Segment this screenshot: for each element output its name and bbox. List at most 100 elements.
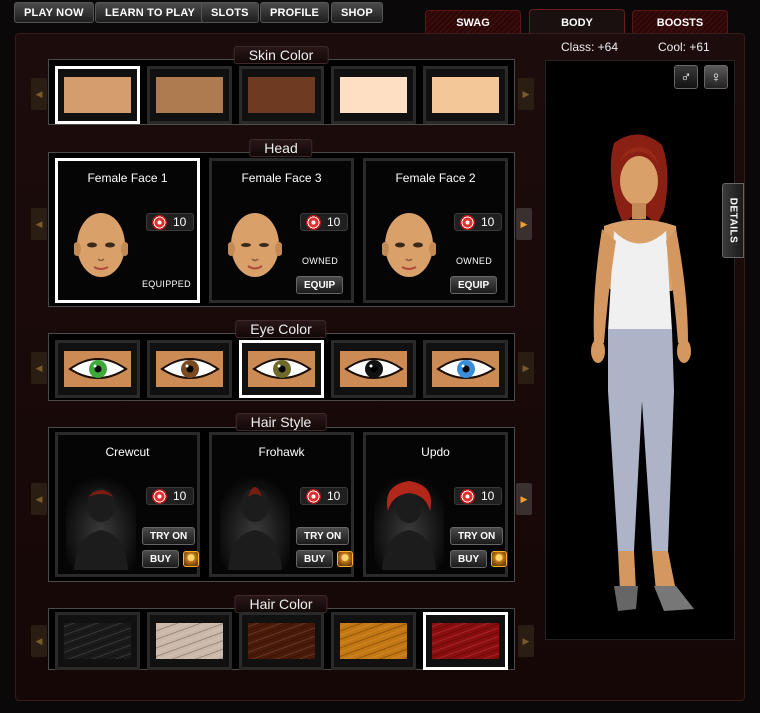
character-figure <box>591 134 694 611</box>
tab-swag[interactable]: SWAG <box>425 10 521 34</box>
hair-style-card[interactable]: Frohawk 10 TRY ON BUY <box>209 432 354 577</box>
details-tab[interactable]: DETAILS <box>722 183 744 258</box>
head-card[interactable]: Female Face 1 10 EQUIPPED <box>55 158 200 303</box>
face-icon <box>74 213 128 277</box>
eye-image <box>340 351 407 387</box>
eye-image <box>156 351 223 387</box>
silhouette-icon <box>66 475 136 570</box>
hair-color-swatch[interactable] <box>147 612 232 670</box>
head-prev-arrow[interactable]: ◀ <box>31 208 47 240</box>
male-gender-button[interactable]: ♂ <box>674 65 698 89</box>
skin-color-fill <box>248 77 315 113</box>
buy-group: BUY <box>142 550 200 568</box>
price-value: 10 <box>481 215 495 229</box>
hair-color-swatch[interactable] <box>423 612 508 670</box>
avatar-editor: PLAY NOW LEARN TO PLAY SLOTS PROFILE SHO… <box>0 0 760 713</box>
price-value: 10 <box>173 489 187 503</box>
slots-button[interactable]: SLOTS <box>201 2 259 23</box>
hair-style-name: Crewcut <box>105 445 150 459</box>
hair-color-swatch[interactable] <box>331 612 416 670</box>
head-card-name: Female Face 3 <box>241 171 322 185</box>
hair-style-card[interactable]: Crewcut 10 TRY ON BUY <box>55 432 200 577</box>
skin-color-fill <box>156 77 223 113</box>
eye-image <box>248 351 315 387</box>
price-chip: 10 <box>454 487 502 505</box>
hair-style-card[interactable]: Updo 10 TRY ON BUY <box>363 432 508 577</box>
chip-icon <box>152 488 167 504</box>
chip-icon <box>460 214 475 230</box>
character-preview <box>545 60 735 640</box>
price-chip: 10 <box>454 213 502 231</box>
skin-swatch[interactable] <box>239 66 324 124</box>
hair-style-title: Hair Style <box>235 413 327 431</box>
eye-swatch[interactable] <box>55 340 140 398</box>
hair-color-next-arrow[interactable]: ▶ <box>518 625 534 657</box>
hair-color-swatch[interactable] <box>55 612 140 670</box>
buy-button[interactable]: BUY <box>142 550 180 568</box>
tab-body[interactable]: BODY <box>529 9 625 35</box>
hair-style-prev-arrow[interactable]: ◀ <box>31 483 47 515</box>
hair-color-swatch[interactable] <box>239 612 324 670</box>
skin-swatch[interactable] <box>55 66 140 124</box>
head-card[interactable]: Female Face 2 10 OWNED EQUIP <box>363 158 508 303</box>
skin-prev-arrow[interactable]: ◀ <box>31 78 47 110</box>
equip-button[interactable]: EQUIP <box>450 276 498 294</box>
eye-swatch[interactable] <box>147 340 232 398</box>
skin-swatch[interactable] <box>147 66 232 124</box>
price-chip: 10 <box>300 487 348 505</box>
price-value: 10 <box>173 215 187 229</box>
treasure-chest-icon[interactable] <box>337 551 354 567</box>
shop-button[interactable]: SHOP <box>331 2 383 23</box>
treasure-chest-icon[interactable] <box>491 551 508 567</box>
equip-button[interactable]: EQUIP <box>296 276 344 294</box>
skin-color-fill <box>432 77 499 113</box>
head-card-name: Female Face 2 <box>395 171 476 185</box>
price-value: 10 <box>327 215 341 229</box>
try-on-button[interactable]: TRY ON <box>450 527 504 545</box>
hair-color-fill <box>432 623 499 659</box>
female-gender-button[interactable]: ♀ <box>704 65 728 89</box>
chip-icon <box>460 488 475 504</box>
skin-color-fill <box>64 77 131 113</box>
hair-color-prev-arrow[interactable]: ◀ <box>31 625 47 657</box>
skin-color-title: Skin Color <box>233 46 329 64</box>
treasure-chest-icon[interactable] <box>183 551 200 567</box>
cool-stat: Cool: +61 <box>658 40 710 54</box>
details-label: DETAILS <box>727 197 739 244</box>
eye-icon <box>159 358 220 379</box>
eye-swatch[interactable] <box>239 340 324 398</box>
try-on-button[interactable]: TRY ON <box>142 527 196 545</box>
eye-swatch[interactable] <box>331 340 416 398</box>
eye-color-title: Eye Color <box>235 320 327 338</box>
head-status: EQUIPPED <box>142 279 191 289</box>
skin-color-fill <box>340 77 407 113</box>
buy-button[interactable]: BUY <box>296 550 334 568</box>
eye-icon <box>343 358 404 379</box>
eye-swatch[interactable] <box>423 340 508 398</box>
head-next-arrow[interactable]: ▶ <box>516 208 532 240</box>
price-value: 10 <box>481 489 495 503</box>
chip-icon <box>306 488 321 504</box>
eye-prev-arrow[interactable]: ◀ <box>31 352 47 384</box>
head-card[interactable]: Female Face 3 10 OWNED EQUIP <box>209 158 354 303</box>
head-status: OWNED <box>456 256 492 266</box>
try-on-button[interactable]: TRY ON <box>296 527 350 545</box>
skin-swatch[interactable] <box>423 66 508 124</box>
learn-to-play-button[interactable]: LEARN TO PLAY <box>95 2 206 23</box>
head-status: OWNED <box>302 256 338 266</box>
eye-next-arrow[interactable]: ▶ <box>518 352 534 384</box>
tab-boosts[interactable]: BOOSTS <box>632 10 728 34</box>
profile-button[interactable]: PROFILE <box>260 2 330 23</box>
hair-style-next-arrow[interactable]: ▶ <box>516 483 532 515</box>
skin-swatch[interactable] <box>331 66 416 124</box>
buy-group: BUY <box>450 550 508 568</box>
chip-icon <box>306 214 321 230</box>
skin-next-arrow[interactable]: ▶ <box>518 78 534 110</box>
head-title: Head <box>249 139 313 157</box>
hair-style-name: Frohawk <box>258 445 305 459</box>
buy-group: BUY <box>296 550 354 568</box>
hair-style-name: Updo <box>421 445 450 459</box>
eye-image <box>64 351 131 387</box>
buy-button[interactable]: BUY <box>450 550 488 568</box>
play-now-button[interactable]: PLAY NOW <box>14 2 94 23</box>
